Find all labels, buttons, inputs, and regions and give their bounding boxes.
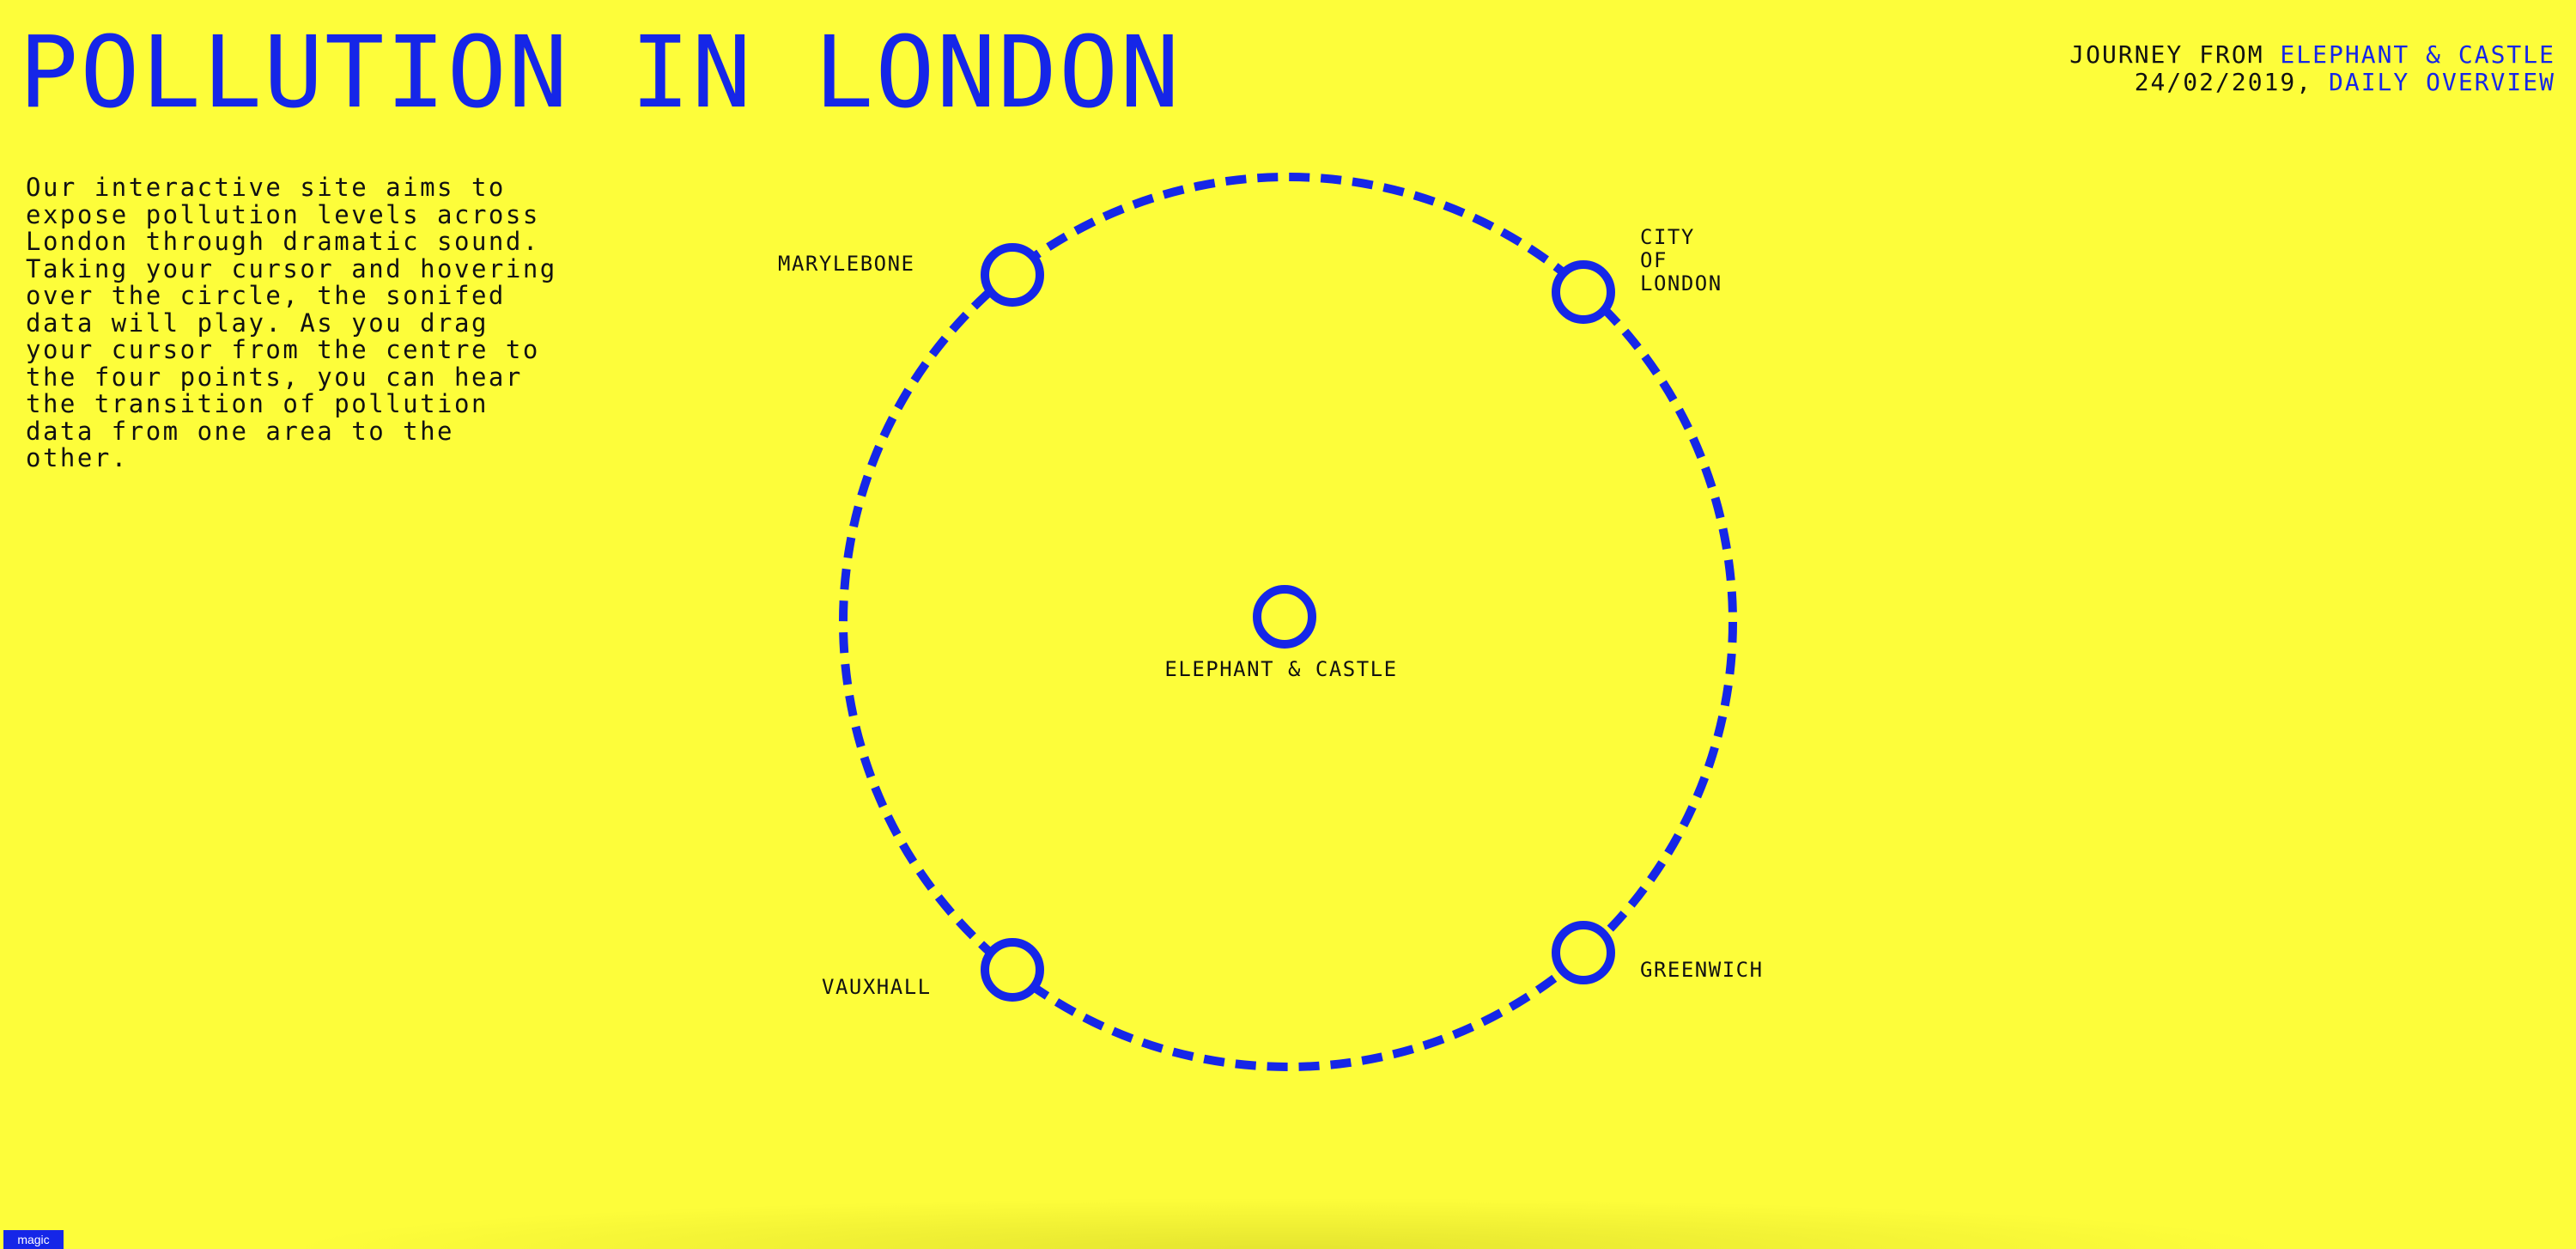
vauxhall-label: VAUXHALL (822, 975, 932, 999)
node-greenwich[interactable]: GREENWICH (1552, 921, 1764, 984)
marylebone-node-icon[interactable] (981, 243, 1044, 307)
city-of-london-node-icon[interactable] (1552, 260, 1615, 324)
node-marylebone[interactable]: MARYLEBONE (778, 243, 1044, 307)
node-city-of-london[interactable]: CITY OF LONDON (1552, 225, 1722, 324)
magic-button[interactable]: magic (3, 1230, 64, 1249)
city-label-line-2: OF (1640, 248, 1668, 272)
greenwich-label: GREENWICH (1640, 958, 1764, 982)
marylebone-label: MARYLEBONE (778, 252, 915, 276)
city-label-line-1: CITY (1640, 225, 1695, 249)
city-of-london-label: CITY OF LONDON (1640, 225, 1722, 295)
center-label: ELEPHANT & CASTLE (1164, 657, 1397, 681)
node-elephant-and-castle[interactable]: ELEPHANT & CASTLE (1164, 585, 1397, 681)
center-node-icon[interactable] (1253, 585, 1316, 649)
city-label-line-3: LONDON (1640, 271, 1722, 295)
bottom-shadow (283, 1197, 2293, 1249)
greenwich-node-icon[interactable] (1552, 921, 1615, 984)
vauxhall-node-icon[interactable] (981, 938, 1044, 1002)
pollution-map: ELEPHANT & CASTLE MARYLEBONE CITY OF LON… (778, 173, 1764, 1071)
node-vauxhall[interactable]: VAUXHALL (822, 938, 1044, 1002)
